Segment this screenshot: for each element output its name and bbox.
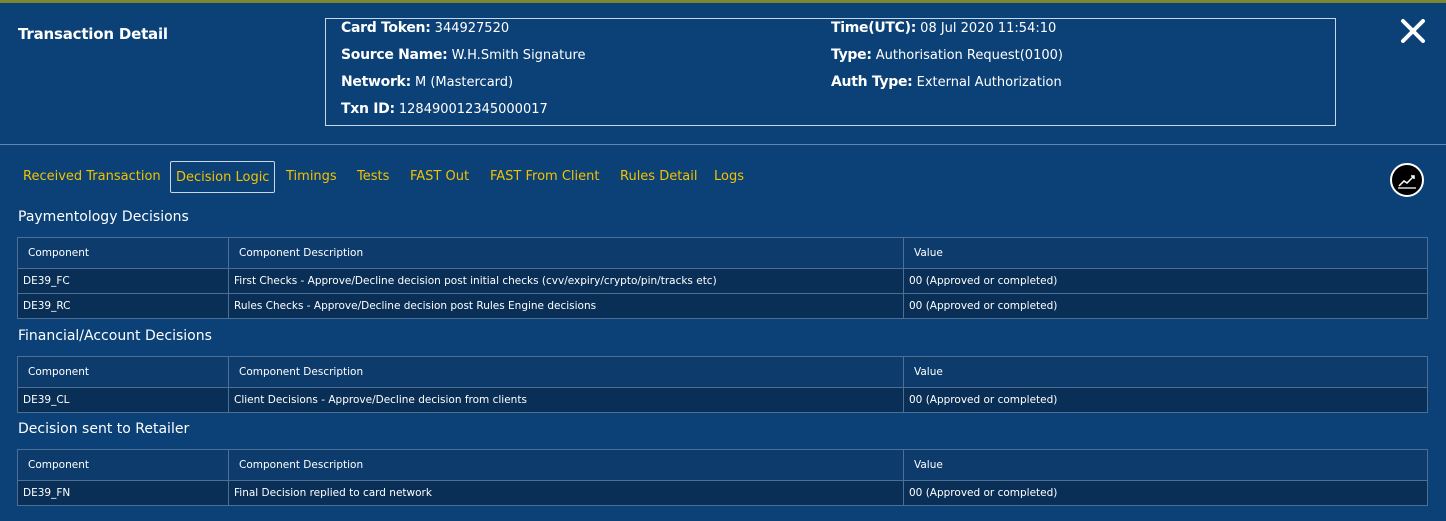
- column-header-description[interactable]: Component Description: [228, 356, 904, 388]
- column-header-description[interactable]: Component Description: [228, 449, 904, 481]
- chart-icon: [1398, 175, 1416, 189]
- financial-decisions-table: Component Component Description Value DE…: [17, 356, 1428, 413]
- description-cell: First Checks - Approve/Decline decision …: [228, 268, 904, 294]
- column-header-component[interactable]: Component: [17, 356, 229, 388]
- retailer-decisions-table: Component Component Description Value DE…: [17, 449, 1428, 506]
- component-cell: DE39_FN: [17, 480, 229, 506]
- network-label: Network:: [341, 74, 411, 90]
- time-label: Time(UTC):: [831, 20, 917, 36]
- column-header-component[interactable]: Component: [17, 237, 229, 269]
- column-header-description[interactable]: Component Description: [228, 237, 904, 269]
- table-header-row: Component Component Description Value: [17, 356, 1428, 388]
- close-button[interactable]: [1398, 16, 1428, 46]
- auth-type-label: Auth Type:: [831, 74, 913, 90]
- description-cell: Client Decisions - Approve/Decline decis…: [228, 387, 904, 413]
- network-value: M (Mastercard): [415, 75, 514, 90]
- time-value: 08 Jul 2020 11:54:10: [920, 21, 1057, 36]
- type-value: Authorisation Request(0100): [875, 48, 1063, 63]
- component-cell: DE39_CL: [17, 387, 229, 413]
- txn-id-field: Txn ID: 128490012345000017: [341, 101, 548, 117]
- card-token-label: Card Token:: [341, 20, 431, 36]
- paymentology-decisions-table: Component Component Description Value DE…: [17, 237, 1428, 319]
- tab-decision-logic[interactable]: Decision Logic: [170, 161, 276, 193]
- value-cell: 00 (Approved or completed): [903, 268, 1428, 294]
- source-name-value: W.H.Smith Signature: [451, 48, 586, 63]
- tab-timings[interactable]: Timings: [286, 161, 337, 193]
- txn-id-label: Txn ID:: [341, 101, 395, 117]
- network-field: Network: M (Mastercard): [341, 74, 513, 90]
- table-row[interactable]: DE39_RC Rules Checks - Approve/Decline d…: [17, 293, 1428, 319]
- tab-rules-detail[interactable]: Rules Detail: [620, 161, 698, 193]
- modal-title: Transaction Detail: [18, 25, 168, 43]
- card-token-value: 344927520: [434, 21, 510, 36]
- section-title-financial: Financial/Account Decisions: [18, 328, 212, 344]
- source-name-field: Source Name: W.H.Smith Signature: [341, 47, 586, 63]
- tab-fast-out[interactable]: FAST Out: [410, 161, 469, 193]
- table-row[interactable]: DE39_FN Final Decision replied to card n…: [17, 480, 1428, 506]
- close-icon: [1401, 19, 1425, 43]
- tab-received-transaction[interactable]: Received Transaction: [23, 161, 161, 193]
- type-field: Type: Authorisation Request(0100): [831, 47, 1063, 63]
- value-cell: 00 (Approved or completed): [903, 387, 1428, 413]
- table-header-row: Component Component Description Value: [17, 449, 1428, 481]
- component-cell: DE39_RC: [17, 293, 229, 319]
- column-header-component[interactable]: Component: [17, 449, 229, 481]
- column-header-value[interactable]: Value: [903, 449, 1428, 481]
- column-header-value[interactable]: Value: [903, 356, 1428, 388]
- modal-header: Transaction Detail Card Token: 344927520…: [0, 0, 1446, 145]
- source-name-label: Source Name:: [341, 47, 448, 63]
- tab-fast-from-client[interactable]: FAST From Client: [490, 161, 599, 193]
- tab-tests[interactable]: Tests: [357, 161, 389, 193]
- table-row[interactable]: DE39_CL Client Decisions - Approve/Decli…: [17, 387, 1428, 413]
- auth-type-value: External Authorization: [916, 75, 1062, 90]
- transaction-info-box: Card Token: 344927520 Source Name: W.H.S…: [325, 18, 1336, 126]
- component-cell: DE39_FC: [17, 268, 229, 294]
- table-row[interactable]: DE39_FC First Checks - Approve/Decline d…: [17, 268, 1428, 294]
- section-title-paymentology: Paymentology Decisions: [18, 209, 189, 225]
- tab-logs[interactable]: Logs: [714, 161, 744, 193]
- value-cell: 00 (Approved or completed): [903, 480, 1428, 506]
- section-title-retailer: Decision sent to Retailer: [18, 421, 190, 437]
- auth-type-field: Auth Type: External Authorization: [831, 74, 1062, 90]
- column-header-value[interactable]: Value: [903, 237, 1428, 269]
- description-cell: Rules Checks - Approve/Decline decision …: [228, 293, 904, 319]
- card-token-field: Card Token: 344927520: [341, 20, 509, 36]
- table-header-row: Component Component Description Value: [17, 237, 1428, 269]
- time-field: Time(UTC): 08 Jul 2020 11:54:10: [831, 20, 1056, 36]
- type-label: Type:: [831, 47, 872, 63]
- description-cell: Final Decision replied to card network: [228, 480, 904, 506]
- value-cell: 00 (Approved or completed): [903, 293, 1428, 319]
- txn-id-value: 128490012345000017: [398, 102, 548, 117]
- chart-button[interactable]: [1390, 163, 1424, 197]
